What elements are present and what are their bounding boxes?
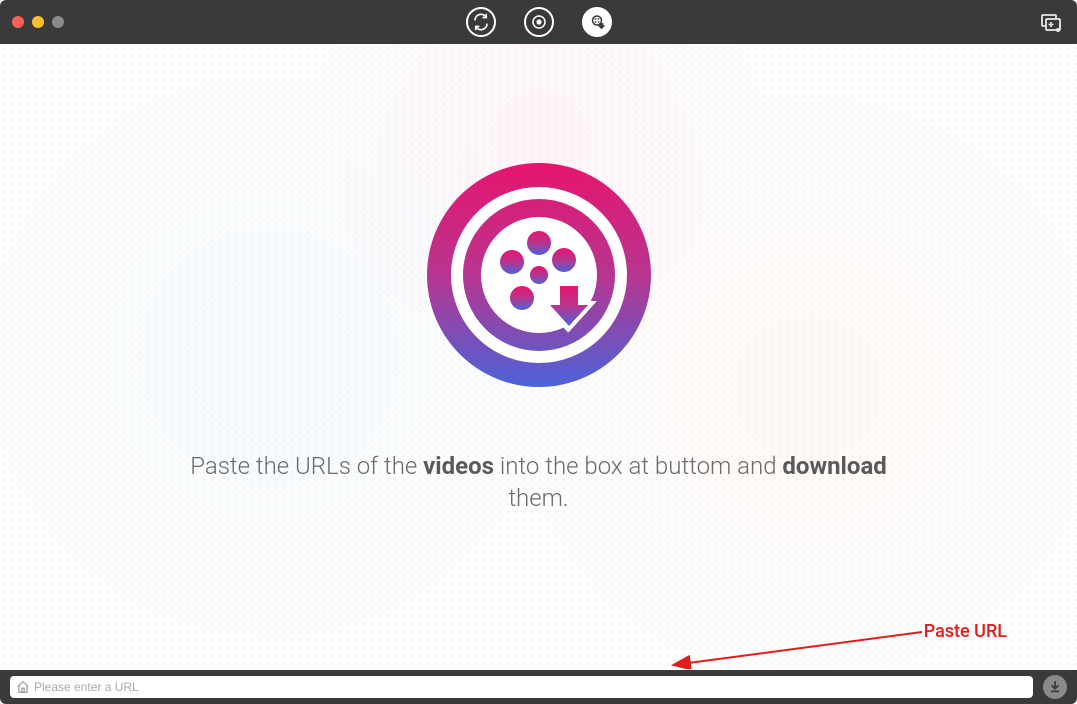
instruction-bold-download: download: [782, 452, 886, 480]
tab-convert[interactable]: [466, 7, 496, 37]
home-icon: [16, 680, 30, 694]
hero-logo: [424, 160, 654, 390]
titlebar: [0, 0, 1077, 44]
url-input[interactable]: [34, 680, 1027, 694]
instruction-bold-videos: videos: [423, 452, 494, 480]
instruction-prefix: Paste the URLs of the: [190, 452, 423, 480]
maximize-window-button[interactable]: [52, 16, 64, 28]
rip-icon: [524, 7, 554, 37]
media-library-button[interactable]: [1039, 10, 1063, 34]
instruction-suffix: them.: [508, 484, 568, 512]
start-download-button[interactable]: [1043, 675, 1067, 699]
mode-tabs: [466, 0, 612, 44]
main-content: Paste the URLs of the videos into the bo…: [0, 44, 1077, 670]
instruction-text: Paste the URLs of the videos into the bo…: [179, 450, 899, 515]
window-controls: [12, 16, 64, 28]
instruction-mid: into the box at buttom and: [494, 452, 782, 480]
convert-icon: [466, 7, 496, 37]
close-window-button[interactable]: [12, 16, 24, 28]
url-field-container[interactable]: [10, 676, 1033, 698]
tab-rip[interactable]: [524, 7, 554, 37]
tab-download[interactable]: [582, 7, 612, 37]
download-icon: [582, 7, 612, 37]
bottom-bar: [0, 670, 1077, 704]
minimize-window-button[interactable]: [32, 16, 44, 28]
